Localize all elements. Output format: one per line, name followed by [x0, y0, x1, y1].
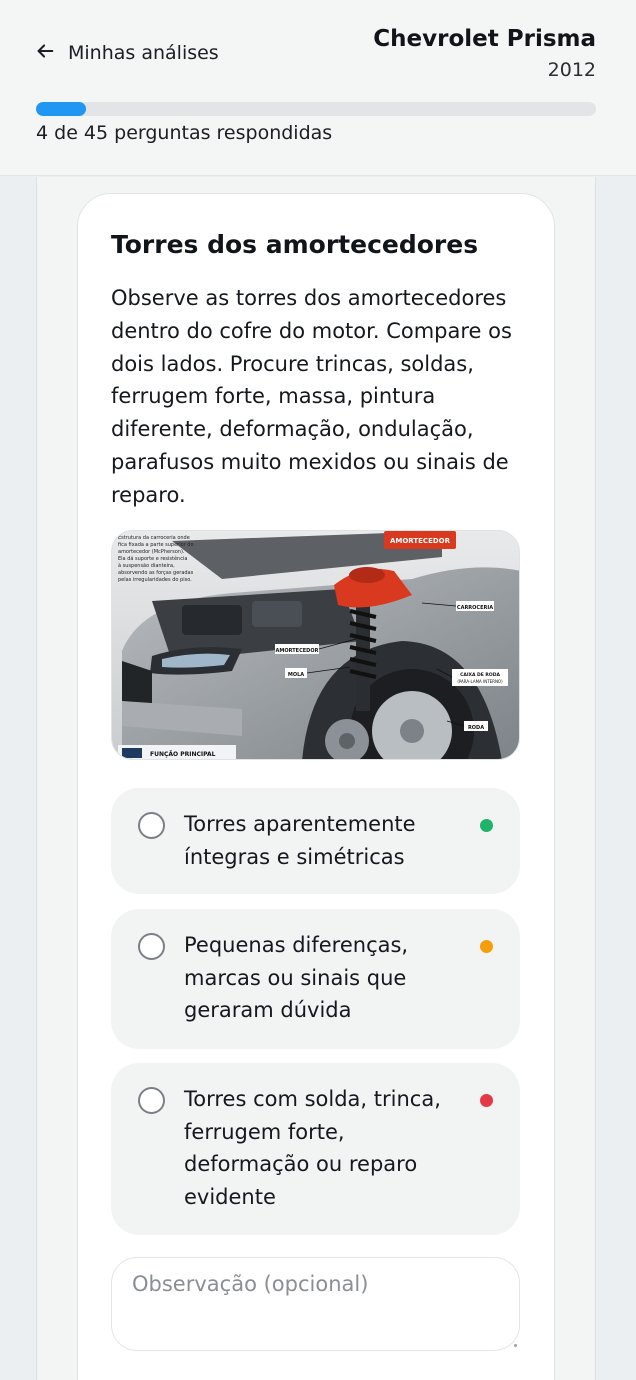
label-roda: RODA	[468, 725, 484, 731]
label-caixa-de-roda: CAIXA DE RODA	[460, 672, 500, 678]
back-link-label: Minhas análises	[68, 42, 219, 64]
status-dot-red	[480, 1094, 493, 1107]
note-line: pelas irregularidades do piso.	[118, 577, 192, 583]
shock-tower-illustration: AMORTECEDOR CARROCERIA AMORTECEDOR MOLA …	[111, 530, 520, 760]
option-reparo[interactable]: Torres com solda, trinca, ferrugem forte…	[111, 1063, 520, 1235]
label-para-lama: (PARA-LAMA INTERNO)	[457, 679, 503, 684]
note-line: fica fixada a parte superior do	[118, 542, 194, 548]
option-integras[interactable]: Torres aparentemente íntegras e simétric…	[111, 788, 520, 894]
radio-button[interactable]	[138, 812, 165, 839]
progress-bar	[36, 102, 596, 116]
note-line: à suspensão dianteira,	[118, 562, 175, 569]
callout-label: AMORTECEDOR	[390, 537, 451, 545]
radio-button[interactable]	[138, 933, 165, 960]
arrow-left-icon	[34, 40, 56, 67]
note-line: Estrutura da carroceria onde	[118, 535, 190, 541]
status-dot-orange	[480, 940, 493, 953]
option-label: Torres aparentemente íntegras e simétric…	[184, 812, 416, 869]
question-title: Torres dos amortecedores	[111, 230, 479, 259]
observation-input[interactable]	[111, 1257, 520, 1351]
option-label: Pequenas diferenças, marcas ou sinais qu…	[184, 933, 409, 1022]
car-year: 2012	[547, 59, 596, 81]
progress-text: 4 de 45 perguntas respondidas	[36, 122, 333, 144]
app-header: Minhas análises Chevrolet Prisma 2012 4 …	[0, 0, 636, 176]
radio-button[interactable]	[138, 1087, 165, 1114]
note-line: absorvendo as forças geradas	[118, 570, 194, 576]
option-label: Torres com solda, trinca, ferrugem forte…	[184, 1087, 441, 1209]
note-line: amortecedor (McPherson).	[118, 549, 185, 555]
status-dot-green	[480, 819, 493, 832]
footer-label: FUNÇÃO PRINCIPAL	[150, 751, 216, 758]
question-description: Observe as torres dos amortecedores dent…	[111, 286, 512, 507]
label-mola: MOLA	[288, 672, 304, 678]
label-amortecedor: AMORTECEDOR	[276, 648, 319, 654]
option-duvida[interactable]: Pequenas diferenças, marcas ou sinais qu…	[111, 909, 520, 1049]
resize-handle[interactable]	[514, 1344, 517, 1347]
note-line: Ela dá suporte e resistência	[118, 555, 187, 562]
progress-bar-fill	[36, 102, 86, 116]
car-model: Chevrolet Prisma	[373, 26, 596, 52]
back-link[interactable]: Minhas análises	[34, 38, 219, 68]
label-carroceria: CARROCERIA	[457, 605, 493, 611]
